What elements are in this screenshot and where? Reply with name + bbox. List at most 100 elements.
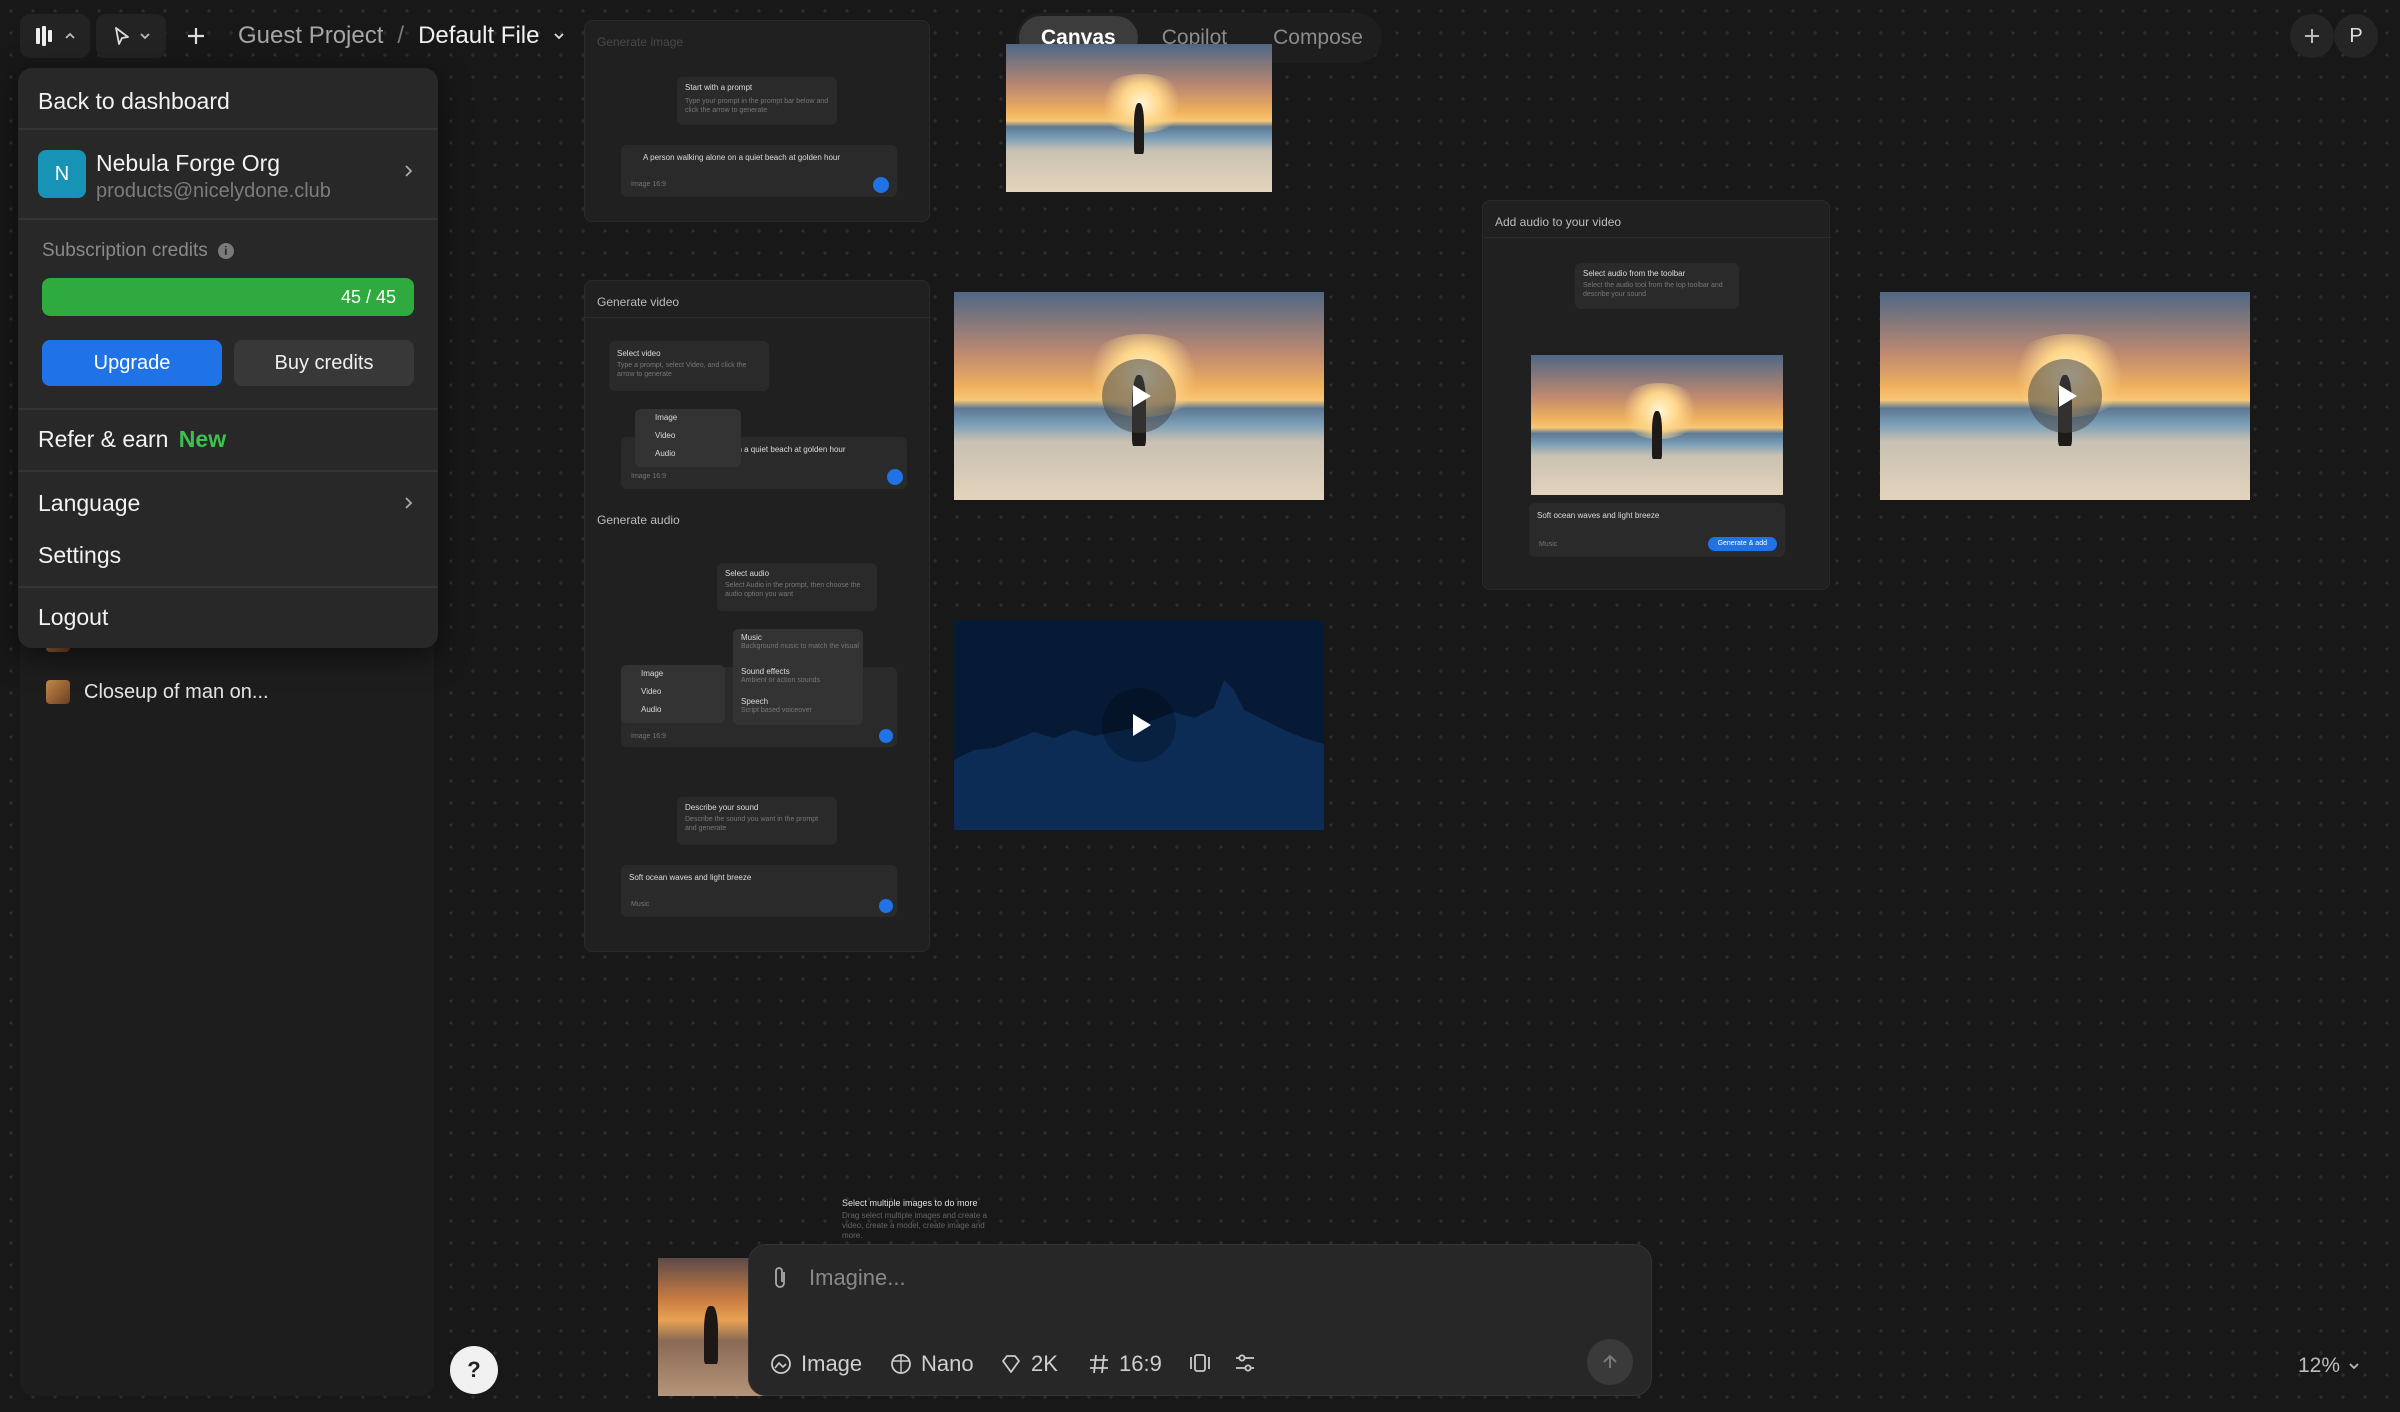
layer-thumbnail — [46, 680, 70, 704]
play-button[interactable] — [1102, 359, 1176, 433]
generated-audio[interactable] — [954, 620, 1324, 830]
mode-selector[interactable]: Image — [769, 1351, 862, 1377]
ratio-selector[interactable]: 16:9 — [1087, 1351, 1162, 1377]
layer-item[interactable]: Closeup of man on... — [46, 680, 269, 704]
select-tool-button[interactable] — [96, 14, 166, 58]
frames-icon — [1190, 1354, 1210, 1372]
variation-button[interactable] — [1187, 1351, 1213, 1375]
step-title: Select audio from the toolbar — [1583, 269, 1686, 278]
zoom-level: 12% — [2298, 1354, 2341, 1377]
chevron-down-icon — [2349, 1363, 2359, 1370]
describe-box: Describe your sound Describe the sound y… — [677, 797, 837, 845]
prompt-text: Soft ocean waves and light breeze — [1537, 511, 1660, 520]
zoom-control[interactable]: 12% — [2298, 1354, 2360, 1378]
prompt-preview: A person walking alone on a quiet beach … — [621, 145, 897, 197]
attachment-icon[interactable] — [769, 1265, 791, 1291]
org-name[interactable]: Nebula Forge Org — [96, 150, 280, 177]
hash-icon — [1090, 1354, 1108, 1374]
menu-refer-earn[interactable]: Refer & earn New — [38, 426, 226, 453]
breadcrumb-separator: / — [397, 22, 405, 49]
divider — [18, 218, 438, 220]
audio-speech: Speech — [741, 697, 769, 706]
credits-count: 45 / 45 — [340, 287, 396, 307]
upgrade-button[interactable]: Upgrade — [42, 340, 222, 386]
org-email: products@nicelydone.club — [96, 180, 331, 202]
breadcrumb-file[interactable]: Default File — [418, 22, 539, 50]
menu-settings[interactable]: Settings — [38, 542, 121, 569]
resolution-selector[interactable]: 2K — [999, 1351, 1058, 1377]
tutorial-card-add-audio[interactable]: Add audio to your video Select audio fro… — [1482, 200, 1831, 590]
divider — [18, 586, 438, 588]
tutorial-card-generate-video[interactable]: Generate video Select video Type a promp… — [584, 280, 931, 952]
help-button[interactable]: ? — [450, 1346, 498, 1394]
prompt-tools: Image 16:9 — [631, 733, 667, 740]
step-subtitle: Type a prompt, select Video, and click t… — [617, 362, 747, 378]
diamond-icon — [1002, 1355, 1020, 1373]
credits-label: Subscription credits — [42, 240, 208, 261]
user-initial: P — [2349, 24, 2363, 47]
send-dot — [873, 177, 889, 193]
divider — [1483, 237, 1831, 238]
send-dot — [879, 899, 893, 913]
mode-options: Image Video Audio — [635, 409, 741, 467]
info-icon[interactable]: i — [217, 243, 234, 259]
app-logo-menu-button[interactable] — [20, 14, 90, 58]
credits-label-row: Subscription credits i — [42, 240, 234, 262]
breadcrumb-project[interactable]: Guest Project — [238, 22, 383, 50]
step-box: Select audio from the toolbar Select the… — [1575, 263, 1739, 309]
settings-button[interactable] — [1233, 1351, 1257, 1375]
model-selector[interactable]: Nano — [889, 1351, 974, 1377]
prompt-text: A person walking alone on a quiet beach … — [643, 153, 841, 162]
invite-button[interactable] — [2290, 14, 2334, 58]
tutorial-card-generate-image[interactable]: Generate image Start with a prompt Type … — [584, 20, 930, 222]
chevron-down-icon[interactable] — [553, 30, 565, 42]
tip-title: Select multiple images to do more — [842, 1198, 978, 1208]
preview-image — [1531, 355, 1783, 495]
audio-music-sub: Background music to match the visual — [741, 643, 859, 650]
breadcrumb: Guest Project / Default File — [238, 22, 565, 50]
step-box: Start with a prompt Type your prompt in … — [677, 77, 837, 125]
menu-logout[interactable]: Logout — [38, 604, 108, 631]
generated-video[interactable] — [1880, 292, 2250, 500]
menu-language[interactable]: Language — [38, 490, 140, 517]
prompt-text: Soft ocean waves and light breeze — [629, 873, 752, 882]
chevron-up-icon — [64, 30, 76, 42]
arrow-up-icon — [1603, 1354, 1617, 1368]
send-button[interactable] — [1587, 1339, 1633, 1385]
user-avatar[interactable]: P — [2334, 14, 2378, 58]
chevron-right-icon[interactable] — [402, 164, 414, 183]
org-avatar: N — [38, 150, 86, 198]
play-button[interactable] — [2028, 359, 2102, 433]
generate-add-chip: Generate & add — [1707, 537, 1777, 551]
refer-label: Refer & earn — [38, 426, 169, 452]
figure — [1133, 103, 1145, 154]
divider — [18, 470, 438, 472]
menu-back-to-dashboard[interactable]: Back to dashboard — [38, 88, 230, 115]
app-window: { "topbar": { "project": "Guest Project"… — [0, 0, 2400, 1412]
prompt-preview: Soft ocean waves and light breeze Music … — [1529, 503, 1785, 557]
play-button[interactable] — [1102, 688, 1176, 762]
resolution-label: 2K — [1031, 1351, 1058, 1376]
mode-label: Image — [801, 1351, 863, 1376]
audio-sfx-sub: Ambient or action sounds — [741, 677, 820, 684]
step-title: Start with a prompt — [685, 83, 753, 92]
send-dot — [879, 729, 893, 743]
card-title: Generate video — [597, 295, 680, 309]
option-audio: Audio — [641, 705, 662, 714]
add-button[interactable] — [180, 20, 212, 52]
sliders-icon — [1236, 1354, 1254, 1372]
prompt-tools: Music — [1539, 541, 1558, 548]
send-dot — [887, 469, 903, 485]
step-subtitle: Type your prompt in the prompt bar below… — [685, 98, 829, 114]
generated-video[interactable] — [954, 292, 1324, 500]
buy-credits-button[interactable]: Buy credits — [234, 340, 414, 386]
option-video: Video — [655, 431, 676, 440]
model-icon — [891, 1354, 911, 1374]
chevron-right-icon — [402, 496, 414, 515]
logo-icon — [34, 24, 58, 48]
audio-music: Music — [741, 633, 762, 642]
generated-image[interactable] — [1006, 44, 1272, 192]
mode-options: Image Video Audio — [621, 665, 725, 723]
prompt-input[interactable]: Imagine... — [809, 1265, 1589, 1291]
option-audio: Audio — [655, 449, 676, 458]
